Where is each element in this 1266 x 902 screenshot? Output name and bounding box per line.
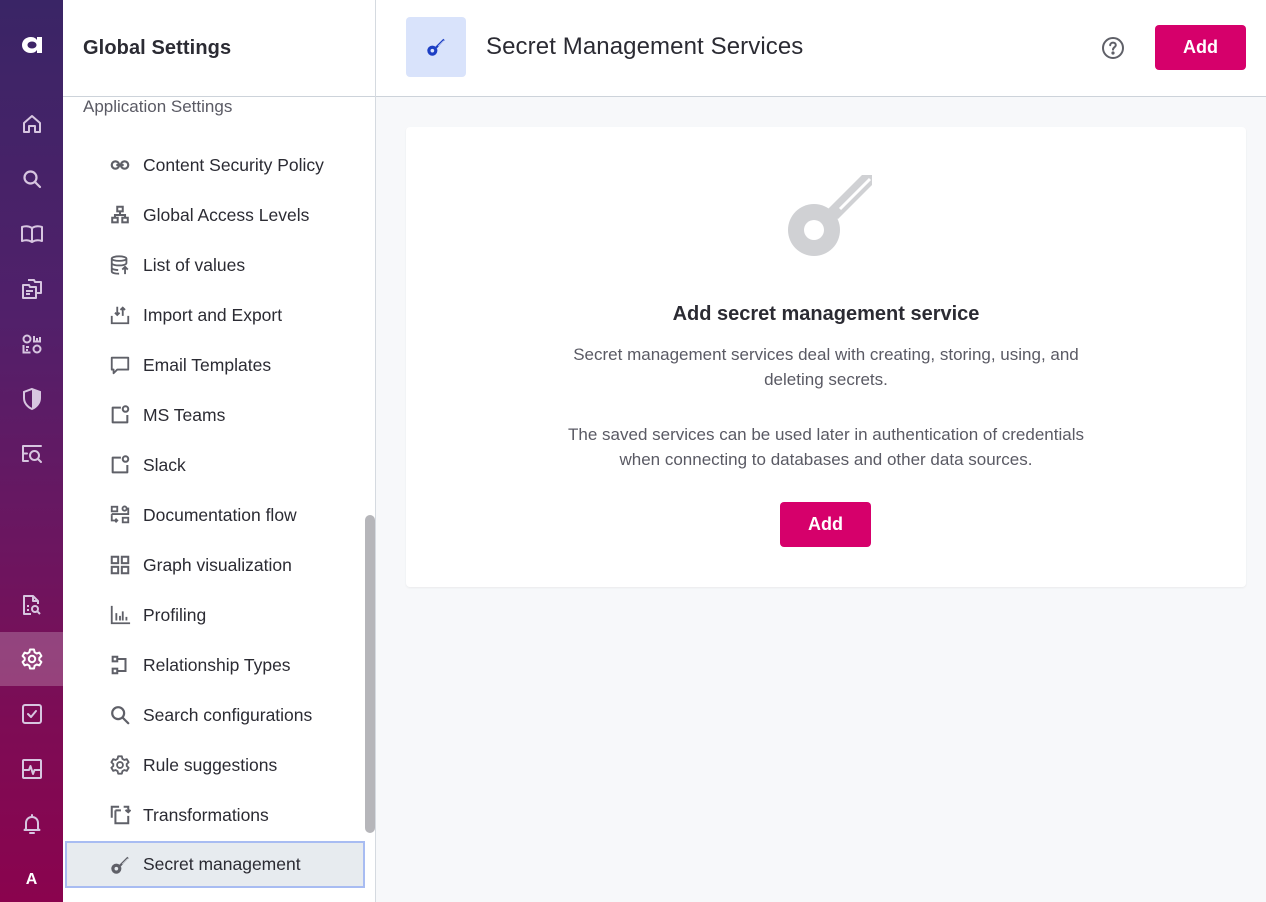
nav-item-label: List of values	[143, 254, 246, 275]
import-export-icon	[108, 303, 132, 327]
rail-data-quality[interactable]	[0, 317, 63, 371]
nav-item-graph-visualization[interactable]: Graph visualization	[63, 540, 375, 590]
database-upload-icon	[108, 253, 132, 277]
app-badge-icon	[108, 453, 132, 477]
empty-state-title: Add secret management service	[672, 303, 980, 325]
nav-item-label: Rule suggestions	[143, 754, 278, 775]
app-rail: A	[0, 0, 63, 902]
sidebar-header: Global Settings	[63, 0, 375, 97]
search-list-icon	[21, 445, 42, 463]
relationship-icon	[108, 653, 132, 677]
nav-item-ms-teams[interactable]: MS Teams	[63, 390, 375, 440]
add-service-button[interactable]: Add	[780, 502, 871, 547]
rail-tasks[interactable]	[0, 687, 63, 741]
nav-item-label: Content Security Policy	[143, 154, 324, 175]
shield-icon	[22, 387, 41, 411]
nav-item-label: Relationship Types	[143, 654, 291, 675]
nav-item-list-of-values[interactable]: List of values	[63, 240, 375, 290]
nav-item-label: Search configurations	[143, 704, 313, 725]
home-icon	[22, 115, 41, 133]
settings-nav-list: Content Security Policy Global Access Le…	[63, 140, 375, 888]
rail-glossary[interactable]	[0, 207, 63, 261]
header-icon-tile	[406, 17, 466, 77]
rail-catalog[interactable]	[0, 262, 63, 316]
nav-item-slack[interactable]: Slack	[63, 440, 375, 490]
empty-state-description-secondary: The saved services can be used later in …	[568, 425, 1084, 469]
document-search-icon	[22, 595, 41, 615]
help-circle-icon	[1102, 37, 1124, 59]
nav-item-content-security-policy[interactable]: Content Security Policy	[63, 140, 375, 190]
rail-settings[interactable]	[0, 632, 63, 686]
search-icon	[108, 703, 132, 727]
page-title: Secret Management Services	[486, 33, 804, 60]
key-icon	[108, 853, 132, 877]
nav-item-global-access-levels[interactable]: Global Access Levels	[63, 190, 375, 240]
nav-item-label: Email Templates	[143, 354, 272, 375]
nav-item-documentation-flow[interactable]: Documentation flow	[63, 490, 375, 540]
grid-icon	[108, 553, 132, 577]
nav-item-label: Slack	[143, 454, 186, 475]
nav-item-email-templates[interactable]: Email Templates	[63, 340, 375, 390]
logo-icon	[21, 37, 42, 53]
folders-icon	[21, 279, 42, 299]
bell-icon	[23, 814, 40, 834]
nav-item-label: Documentation flow	[143, 504, 297, 525]
checkbox-icon	[21, 704, 42, 724]
nav-item-label: Profiling	[143, 604, 207, 625]
nav-item-transformations[interactable]: Transformations	[63, 790, 375, 840]
nav-item-import-export[interactable]: Import and Export	[63, 290, 375, 340]
flow-icon	[108, 503, 132, 527]
gear-icon	[108, 753, 132, 777]
nav-item-profiling[interactable]: Profiling	[63, 590, 375, 640]
rail-search[interactable]	[0, 152, 63, 206]
gear-icon	[21, 648, 42, 670]
nav-item-search-configurations[interactable]: Search configurations	[63, 690, 375, 740]
help-button[interactable]	[1100, 35, 1126, 61]
nav-item-label: Secret management	[143, 854, 301, 874]
user-avatar[interactable]: A	[0, 866, 63, 894]
nav-item-label: MS Teams	[143, 404, 226, 425]
empty-state-card: Add secret management service Secret man…	[406, 127, 1246, 587]
nav-item-rule-suggestions[interactable]: Rule suggestions	[63, 740, 375, 790]
nav-item-label: Import and Export	[143, 304, 283, 325]
page-header: Secret Management Services Add	[376, 0, 1266, 97]
bar-chart-icon	[108, 603, 132, 627]
key-icon	[427, 38, 445, 56]
search-icon	[22, 170, 41, 189]
rail-observability[interactable]	[0, 427, 63, 481]
hierarchy-icon	[108, 203, 132, 227]
app-badge-icon	[108, 403, 132, 427]
nav-item-label: Global Access Levels	[143, 204, 310, 225]
header-add-button[interactable]: Add	[1155, 25, 1246, 70]
rail-monitoring[interactable]	[0, 742, 63, 796]
sidebar-title: Global Settings	[83, 36, 232, 59]
transform-icon	[108, 803, 132, 827]
empty-state-description: Secret management services deal with cre…	[573, 345, 1079, 389]
nav-item-label: Graph visualization	[143, 554, 292, 575]
sidebar-scrollbar[interactable]	[365, 515, 375, 833]
settings-sidebar: Global Settings Application Settings Con…	[63, 0, 376, 902]
rail-notifications[interactable]	[0, 797, 63, 851]
nav-item-secret-management[interactable]: Secret management	[65, 841, 365, 888]
rail-reports[interactable]	[0, 578, 63, 632]
key-illustration-icon	[788, 175, 872, 256]
rail-home[interactable]	[0, 97, 63, 151]
nav-item-relationship-types[interactable]: Relationship Types	[63, 640, 375, 690]
shapes-icon	[22, 334, 41, 354]
rail-policies[interactable]	[0, 372, 63, 426]
book-icon	[20, 225, 43, 243]
nav-item-label: Transformations	[143, 804, 269, 825]
chat-bubble-icon	[108, 353, 132, 377]
app-logo[interactable]	[0, 28, 63, 64]
pulse-icon	[21, 759, 42, 779]
link-icon	[108, 153, 132, 177]
section-label: Application Settings	[83, 97, 233, 116]
